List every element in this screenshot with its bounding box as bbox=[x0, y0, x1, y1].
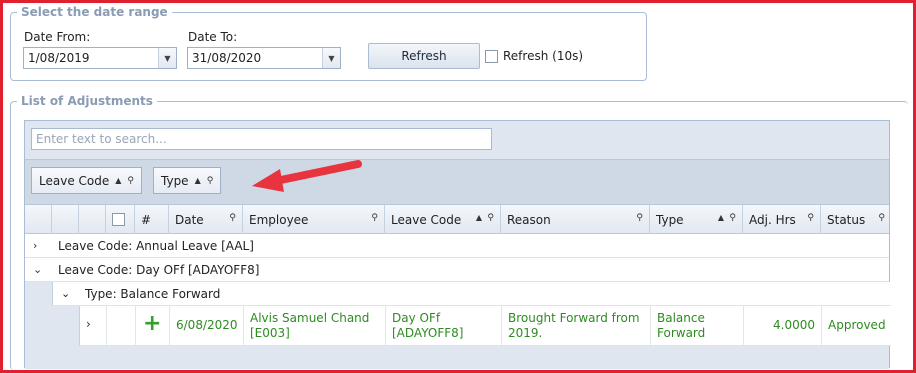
column-header-row: # Date ⚲ Employee ⚲ Leave Code ▲ ⚲ Reaso… bbox=[25, 205, 889, 234]
column-header-label: Date bbox=[175, 212, 204, 227]
filter-pin-icon[interactable]: ⚲ bbox=[729, 213, 736, 223]
column-header-label: Leave Code bbox=[391, 212, 462, 227]
filter-pin-icon[interactable]: ⚲ bbox=[636, 213, 643, 223]
date-range-legend: Select the date range bbox=[21, 5, 168, 19]
row-type: Balance Forward bbox=[651, 306, 744, 346]
group-row-day-off[interactable]: ⌄ Leave Code: Day OFf [ADAYOFF8] bbox=[25, 258, 889, 282]
sort-ascending-icon: ▲ bbox=[115, 176, 122, 185]
column-header-label: Status bbox=[827, 212, 866, 227]
date-from-value[interactable]: 1/08/2019 bbox=[24, 51, 158, 65]
column-header-label: Adj. Hrs bbox=[749, 212, 796, 227]
search-bar: Enter text to search... bbox=[25, 121, 889, 159]
column-header-type[interactable]: Type ▲ ⚲ bbox=[650, 205, 743, 234]
row-reason-line: 2019. bbox=[508, 326, 543, 340]
filter-pin-icon[interactable]: ⚲ bbox=[371, 213, 378, 223]
column-expand bbox=[25, 205, 52, 234]
row-type-line: Balance bbox=[657, 311, 705, 325]
search-input[interactable]: Enter text to search... bbox=[31, 128, 492, 150]
group-row-label: Leave Code: Day OFf [ADAYOFF8] bbox=[58, 262, 260, 277]
filter-pin-icon[interactable]: ⚲ bbox=[878, 213, 885, 223]
date-to-value[interactable]: 31/08/2020 bbox=[188, 51, 322, 65]
column-header-label: # bbox=[141, 212, 152, 227]
row-employee: Alvis Samuel Chand [E003] bbox=[244, 306, 386, 346]
filter-pin-icon[interactable]: ⚲ bbox=[127, 176, 134, 186]
group-chip-label: Type bbox=[161, 173, 189, 188]
subgroup-row-balance-forward[interactable]: ⌄ Type: Balance Forward bbox=[52, 282, 891, 306]
column-header-date[interactable]: Date ⚲ bbox=[169, 205, 243, 234]
row-type-line: Forward bbox=[657, 326, 706, 340]
sort-ascending-icon: ▲ bbox=[475, 213, 482, 222]
row-date: 6/08/2020 bbox=[170, 306, 244, 346]
filter-pin-icon[interactable]: ⚲ bbox=[807, 213, 814, 223]
group-panel: Leave Code ▲ ⚲ Type ▲ ⚲ bbox=[25, 159, 889, 205]
chevron-down-icon[interactable]: ⌄ bbox=[61, 287, 70, 300]
row-reason: Brought Forward from 2019. bbox=[502, 306, 651, 346]
date-range-panel: Select the date range bbox=[10, 5, 647, 81]
row-adj-hrs: 4.0000 bbox=[744, 306, 822, 346]
column-header-employee[interactable]: Employee ⚲ bbox=[243, 205, 385, 234]
annotation-arrow-icon bbox=[252, 160, 362, 192]
group-chip-label: Leave Code bbox=[39, 173, 110, 188]
row-employee-name: Alvis Samuel Chand bbox=[250, 311, 370, 325]
row-employee-id: [E003] bbox=[250, 326, 290, 340]
adjustments-legend: List of Adjustments bbox=[21, 94, 153, 108]
column-header-label: Employee bbox=[249, 212, 309, 227]
column-header-num[interactable]: # bbox=[135, 205, 169, 234]
group-row-annual-leave[interactable]: › Leave Code: Annual Leave [AAL] bbox=[25, 234, 889, 258]
filter-pin-icon[interactable]: ⚲ bbox=[487, 213, 494, 223]
chevron-down-icon[interactable]: ▼ bbox=[158, 48, 176, 68]
filter-pin-icon[interactable]: ⚲ bbox=[229, 213, 236, 223]
row-reason-line: Brought Forward from bbox=[508, 311, 640, 325]
row-leave-code-id: [ADAYOFF8] bbox=[392, 326, 464, 340]
table-row[interactable]: › + 6/08/2020 Alvis Samuel Chand [E003] … bbox=[79, 306, 891, 346]
column-header-adj-hrs[interactable]: Adj. Hrs ⚲ bbox=[743, 205, 821, 234]
column-header-leave-code[interactable]: Leave Code ▲ ⚲ bbox=[385, 205, 501, 234]
annotation-arrow-head bbox=[252, 169, 284, 192]
row-leave-code-name: Day OFf bbox=[392, 311, 441, 325]
select-all-checkbox[interactable] bbox=[112, 213, 125, 226]
sort-ascending-icon: ▲ bbox=[194, 176, 201, 185]
annotation-arrow-shaft bbox=[272, 160, 362, 185]
row-select-cell bbox=[107, 306, 136, 346]
row-status: Approved bbox=[828, 318, 886, 332]
adjustments-grid: Enter text to search... Leave Code ▲ ⚲ T… bbox=[24, 120, 891, 369]
chevron-down-icon[interactable]: ▼ bbox=[322, 48, 340, 68]
chevron-right-icon[interactable]: › bbox=[33, 239, 37, 252]
date-from-combo[interactable]: 1/08/2019 ▼ bbox=[23, 47, 177, 69]
subgroup-row-label: Type: Balance Forward bbox=[85, 286, 221, 301]
column-group-indent bbox=[52, 205, 79, 234]
date-to-label: Date To: bbox=[188, 30, 238, 44]
row-leave-code: Day OFf [ADAYOFF8] bbox=[386, 306, 502, 346]
group-chip-type[interactable]: Type ▲ ⚲ bbox=[153, 167, 222, 194]
row-add-cell[interactable]: + bbox=[136, 306, 170, 346]
grid-footer bbox=[25, 347, 889, 369]
refresh-button[interactable]: Refresh bbox=[368, 43, 480, 69]
chevron-right-icon[interactable]: › bbox=[80, 306, 107, 346]
auto-refresh-toggle[interactable]: Refresh (10s) bbox=[485, 49, 583, 63]
group-row-label: Leave Code: Annual Leave [AAL] bbox=[58, 238, 254, 253]
column-header-reason[interactable]: Reason ⚲ bbox=[501, 205, 650, 234]
column-detail bbox=[79, 205, 106, 234]
group-chip-leave-code[interactable]: Leave Code ▲ ⚲ bbox=[31, 167, 142, 194]
column-header-label: Reason bbox=[507, 212, 551, 227]
auto-refresh-checkbox[interactable] bbox=[485, 49, 498, 63]
column-header-status[interactable]: Status ⚲ bbox=[821, 205, 891, 234]
chevron-down-icon[interactable]: ⌄ bbox=[33, 263, 42, 276]
auto-refresh-label: Refresh (10s) bbox=[503, 49, 584, 63]
column-header-label: Type bbox=[656, 212, 684, 227]
plus-icon[interactable]: + bbox=[143, 311, 161, 336]
date-to-combo[interactable]: 31/08/2020 ▼ bbox=[187, 47, 341, 69]
sort-ascending-icon: ▲ bbox=[717, 213, 724, 222]
filter-pin-icon[interactable]: ⚲ bbox=[207, 176, 214, 186]
date-from-label: Date From: bbox=[24, 30, 91, 44]
column-select bbox=[106, 205, 135, 234]
